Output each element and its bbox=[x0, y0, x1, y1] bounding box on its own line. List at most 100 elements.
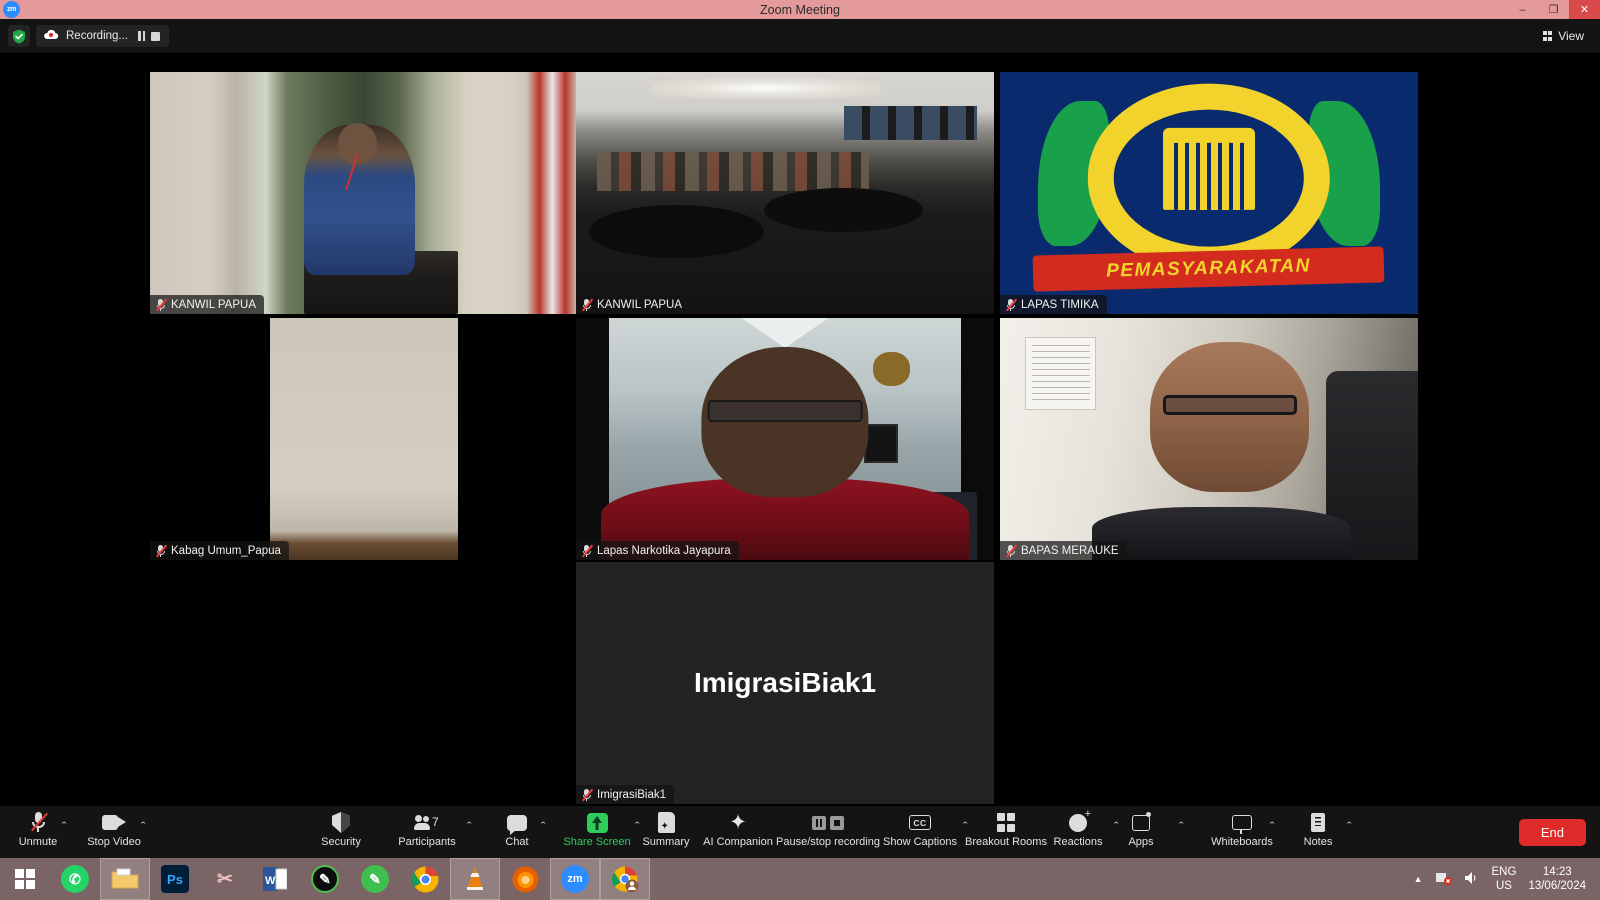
recording-controls bbox=[138, 31, 161, 41]
participant-name: LAPAS TIMIKA bbox=[1021, 298, 1099, 311]
shield-icon bbox=[332, 810, 350, 835]
whiteboard-icon bbox=[1232, 810, 1252, 835]
speaker-icon[interactable] bbox=[1464, 871, 1480, 888]
close-button[interactable]: ✕ bbox=[1569, 0, 1600, 19]
language-indicator[interactable]: ENG US bbox=[1492, 865, 1517, 893]
audio-options-chevron-down-icon[interactable]: ⌃ bbox=[60, 821, 68, 830]
view-label: View bbox=[1558, 29, 1584, 43]
zoom-meeting-window: zm Zoom Meeting – ❐ ✕ Recording... View bbox=[0, 0, 1600, 900]
participant-tile-kanwil-papua-speaker[interactable]: KANWIL PAPUA bbox=[150, 72, 578, 314]
participant-name: BAPAS MERAUKE bbox=[1021, 544, 1119, 557]
participant-tile-kabag-umum-papua[interactable]: Kabag Umum_Papua bbox=[150, 318, 578, 560]
grid-view-icon bbox=[1542, 31, 1553, 41]
taskbar-item-firefox[interactable] bbox=[500, 858, 550, 900]
taskbar-item-photoshop[interactable]: Ps bbox=[150, 858, 200, 900]
meeting-controls-toolbar: Unmute ⌃ Stop Video ⌃ Security 7 Partici… bbox=[0, 806, 1600, 858]
shield-check-icon[interactable] bbox=[8, 25, 30, 47]
recording-indicator[interactable]: Recording... bbox=[36, 25, 170, 47]
participant-name-bar: Lapas Narkotika Jayapura bbox=[576, 541, 739, 560]
taskbar-item-black-app[interactable]: ✎ bbox=[300, 858, 350, 900]
meeting-header-bar: Recording... View bbox=[0, 19, 1600, 53]
video-feed bbox=[150, 72, 578, 314]
unmute-label: Unmute bbox=[18, 836, 58, 848]
participant-name-bar: LAPAS TIMIKA bbox=[1000, 295, 1107, 314]
pause-icon[interactable] bbox=[138, 31, 146, 41]
taskbar-item-chrome-profile[interactable] bbox=[600, 858, 650, 900]
show-captions-button[interactable]: CC Show Captions bbox=[880, 810, 960, 848]
microsoft-word-icon: W bbox=[263, 867, 287, 891]
video-feed bbox=[150, 318, 578, 560]
participant-tile-kanwil-papua-room[interactable]: KANWIL PAPUA bbox=[576, 72, 994, 314]
security-button[interactable]: Security bbox=[303, 810, 379, 848]
taskbar-item-file-explorer[interactable] bbox=[100, 858, 150, 900]
apps-button[interactable]: Apps bbox=[1103, 810, 1179, 848]
microphone-muted-icon bbox=[581, 544, 594, 558]
stop-video-label: Stop Video bbox=[87, 836, 141, 848]
closed-captions-icon: CC bbox=[909, 810, 931, 835]
chat-chevron-down-icon[interactable]: ⌃ bbox=[539, 821, 547, 830]
apps-icon bbox=[1132, 810, 1151, 835]
participants-button[interactable]: 7 Participants bbox=[389, 810, 465, 848]
taskbar-item-chrome[interactable] bbox=[400, 858, 450, 900]
tray-expand-chevron-up-icon[interactable]: ▲ bbox=[1414, 874, 1423, 884]
video-feed bbox=[576, 72, 994, 314]
reactions-label: Reactions bbox=[1053, 836, 1103, 848]
whatsapp-icon: ✆ bbox=[61, 865, 89, 893]
taskbar-item-zoom[interactable]: zm bbox=[550, 858, 600, 900]
pause-stop-recording-label: Pause/stop recording bbox=[776, 836, 880, 848]
breakout-rooms-icon bbox=[996, 810, 1016, 835]
maximize-button[interactable]: ❐ bbox=[1538, 0, 1569, 19]
show-captions-label: Show Captions bbox=[883, 836, 957, 848]
end-meeting-button[interactable]: End bbox=[1518, 819, 1586, 846]
start-button[interactable] bbox=[0, 858, 50, 900]
chat-bubble-icon bbox=[507, 810, 527, 835]
notes-chevron-down-icon[interactable]: ⌃ bbox=[1345, 821, 1353, 830]
participant-tile-imigrasibiak1[interactable]: ImigrasiBiak1 ImigrasiBiak1 bbox=[576, 562, 994, 804]
taskbar-item-snipping-tool[interactable]: ✂ bbox=[200, 858, 250, 900]
participant-name: Kabag Umum_Papua bbox=[171, 544, 281, 557]
participant-name-bar: Kabag Umum_Papua bbox=[150, 541, 289, 560]
participant-tile-lapas-narkotika-jayapura[interactable]: Lapas Narkotika Jayapura bbox=[576, 318, 994, 560]
participants-chevron-down-icon[interactable]: ⌃ bbox=[465, 821, 473, 830]
minimize-button[interactable]: – bbox=[1507, 0, 1538, 19]
taskbar-item-word[interactable]: W bbox=[250, 858, 300, 900]
network-disconnected-icon[interactable] bbox=[1435, 870, 1452, 888]
windows-taskbar: ✆ Ps ✂ W ✎ ✎ zm ▲ ENG US 14:23 13/06/202… bbox=[0, 858, 1600, 900]
microphone-muted-icon bbox=[30, 810, 48, 835]
logo-ribbon-text: PEMASYARAKATAN bbox=[1106, 255, 1312, 282]
view-button[interactable]: View bbox=[1535, 25, 1592, 47]
video-feed: PEMASYARAKATAN bbox=[1000, 72, 1418, 314]
microphone-muted-icon bbox=[155, 544, 168, 558]
whiteboards-chevron-down-icon[interactable]: ⌃ bbox=[1268, 821, 1276, 830]
video-options-chevron-down-icon[interactable]: ⌃ bbox=[139, 821, 147, 830]
apps-label: Apps bbox=[1128, 836, 1154, 848]
microphone-muted-icon bbox=[1005, 544, 1018, 558]
pause-stop-recording-button[interactable]: Pause/stop recording bbox=[766, 810, 890, 848]
share-screen-label: Share Screen bbox=[563, 836, 631, 848]
microphone-muted-icon bbox=[581, 298, 594, 312]
stop-icon[interactable] bbox=[151, 31, 161, 41]
participants-icon: 7 bbox=[414, 810, 440, 835]
summary-button[interactable]: Summary bbox=[628, 810, 704, 848]
clock[interactable]: 14:23 13/06/2024 bbox=[1528, 865, 1586, 893]
participant-tile-bapas-merauke[interactable]: BAPAS MERAUKE bbox=[1000, 318, 1418, 560]
participants-label: Participants bbox=[398, 836, 456, 848]
taskbar-item-green-notes[interactable]: ✎ bbox=[350, 858, 400, 900]
participant-tile-lapas-timika[interactable]: PEMASYARAKATAN LAPAS TIMIKA bbox=[1000, 72, 1418, 314]
microphone-muted-icon bbox=[1005, 298, 1018, 312]
video-grid: KANWIL PAPUA KANWIL PAPUA PEMASYARAKATAN… bbox=[0, 53, 1600, 806]
participant-placeholder-name: ImigrasiBiak1 bbox=[693, 667, 877, 698]
participant-name-bar: KANWIL PAPUA bbox=[150, 295, 264, 314]
taskbar-item-whatsapp[interactable]: ✆ bbox=[50, 858, 100, 900]
apps-chevron-down-icon[interactable]: ⌃ bbox=[1177, 821, 1185, 830]
firefox-icon bbox=[512, 866, 538, 892]
vlc-cone-icon bbox=[467, 867, 483, 890]
taskbar-item-vlc[interactable] bbox=[450, 858, 500, 900]
summary-doc-icon bbox=[657, 810, 675, 835]
ai-companion-label: AI Companion bbox=[703, 836, 773, 848]
share-screen-button[interactable]: Share Screen bbox=[555, 810, 639, 848]
participant-name: Lapas Narkotika Jayapura bbox=[597, 544, 731, 557]
zoom-app-icon: zm bbox=[561, 865, 589, 893]
participant-name-bar: BAPAS MERAUKE bbox=[1000, 541, 1127, 560]
participant-name-bar: ImigrasiBiak1 bbox=[576, 785, 675, 804]
